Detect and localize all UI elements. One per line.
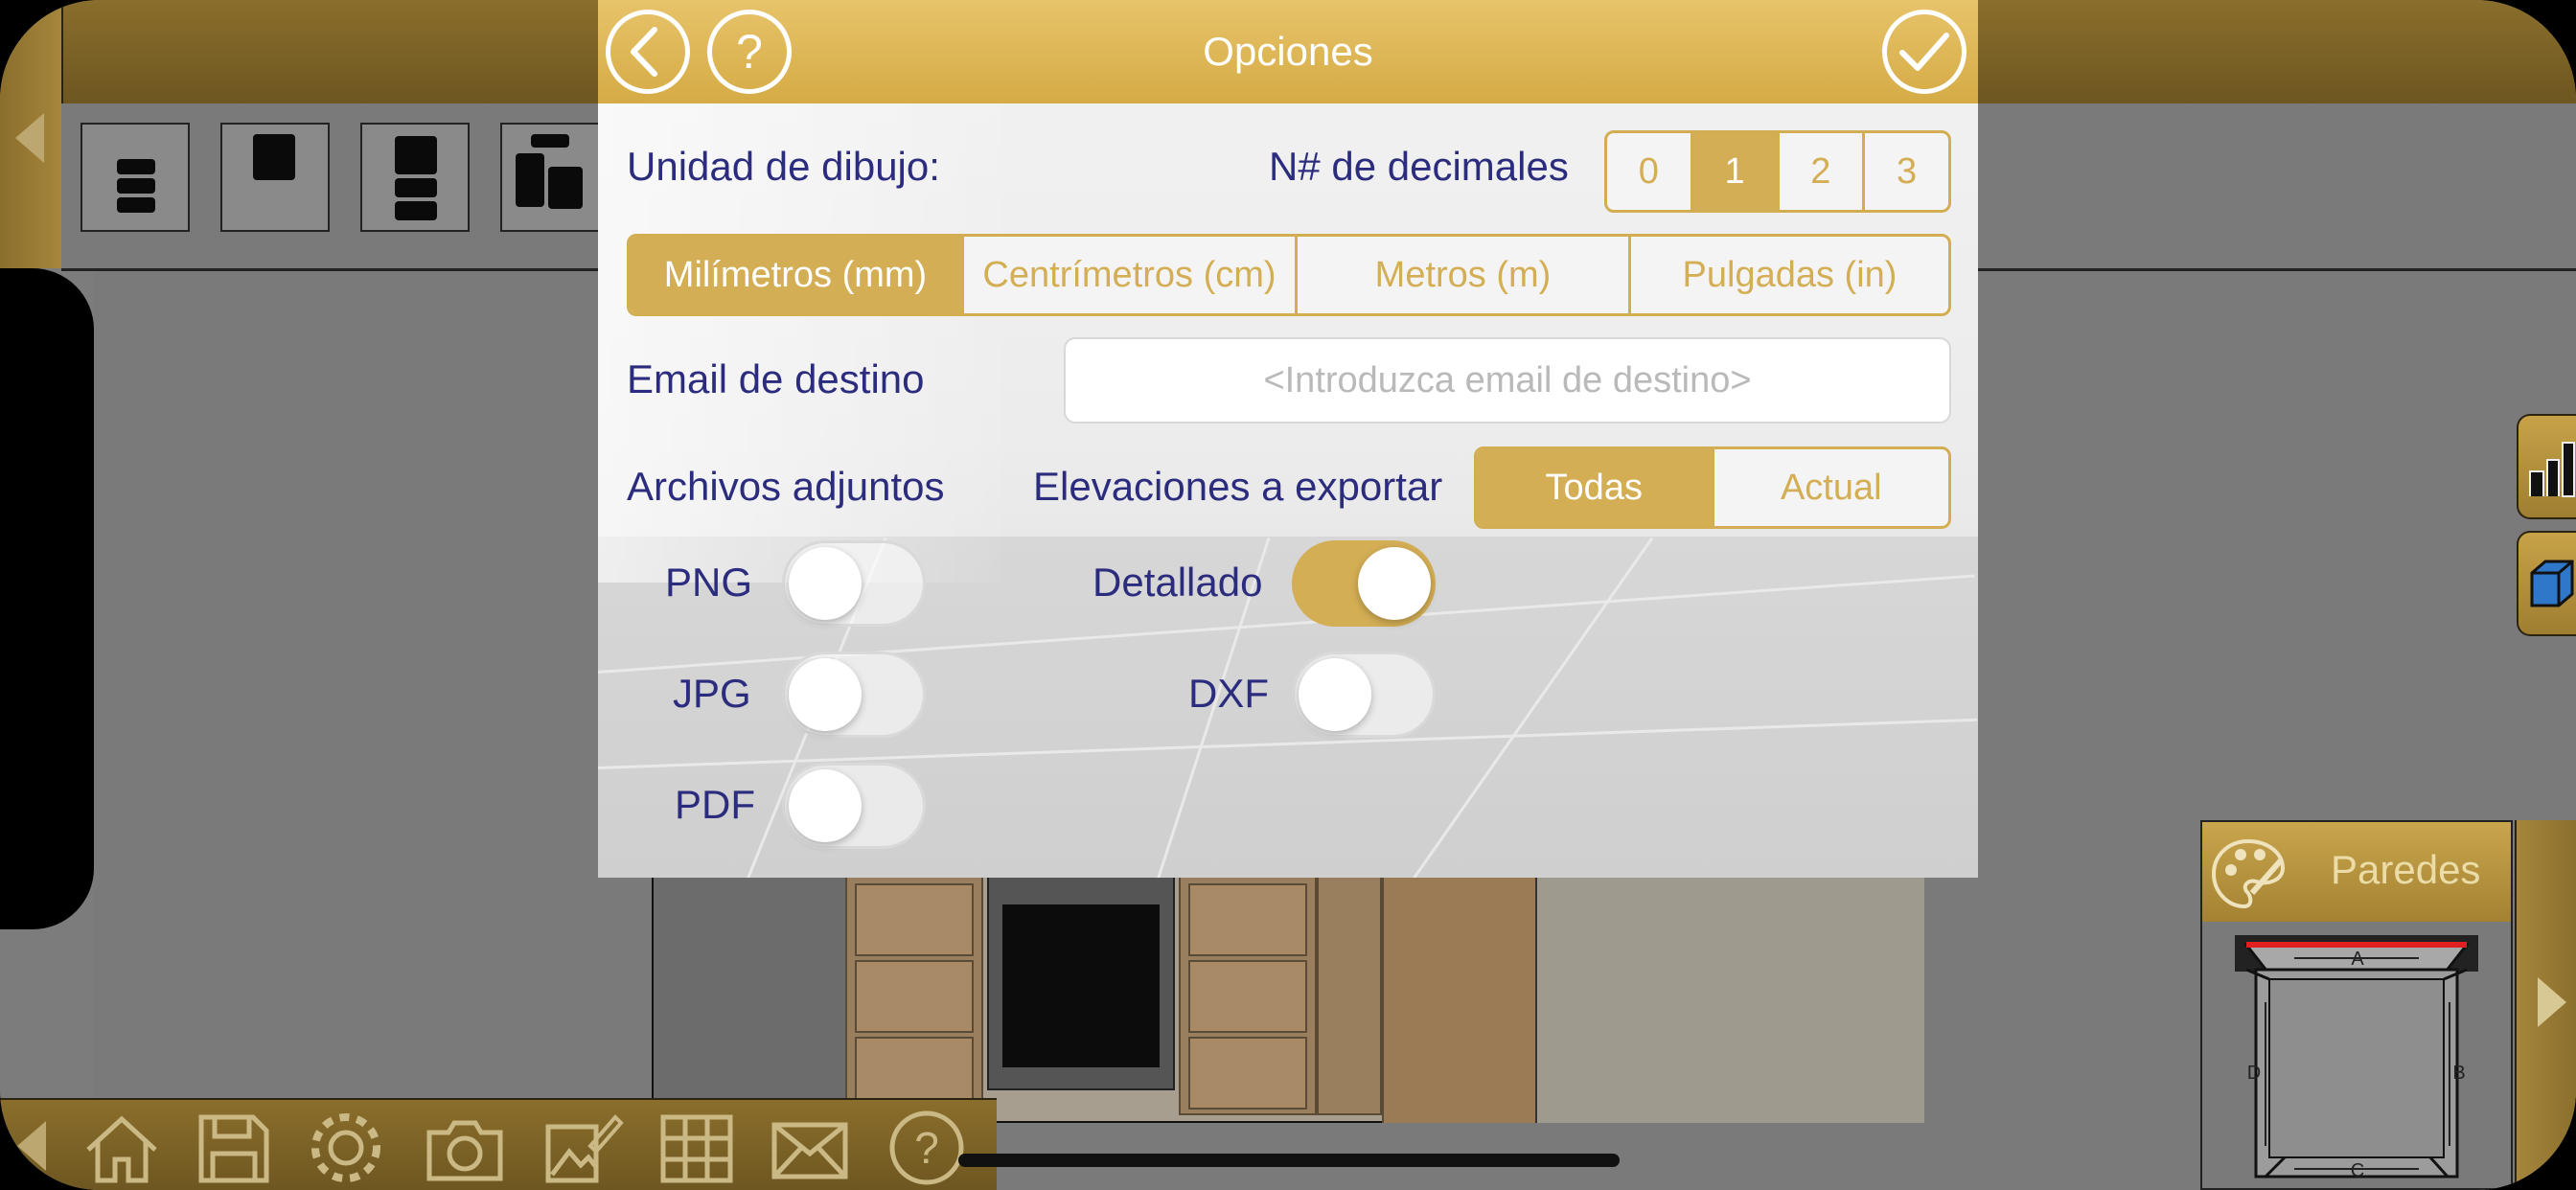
walls-panel-title: Paredes	[2331, 847, 2481, 892]
elevations-label: Elevaciones a exportar	[1033, 464, 1443, 509]
unit-selector: Milímetros (mm) Centrímetros (cm) Metros…	[627, 234, 1951, 316]
wall-label-c: C	[2351, 1160, 2364, 1181]
grid-icon[interactable]	[654, 1108, 740, 1188]
home-icon[interactable]	[79, 1108, 165, 1188]
svg-text:?: ?	[736, 25, 763, 79]
palette-item-wall-cabinet[interactable]	[220, 123, 330, 232]
unit-option-in[interactable]: Pulgadas (in)	[1628, 237, 1948, 313]
dxf-label: DXF	[1188, 671, 1269, 716]
paint-palette-icon	[2210, 835, 2287, 926]
wall-label-b: B	[2452, 1063, 2465, 1084]
svg-text:?: ?	[914, 1123, 939, 1173]
help-icon[interactable]: ?	[884, 1108, 970, 1188]
pdf-toggle[interactable]	[782, 763, 926, 849]
wall-label-d: D	[2247, 1063, 2261, 1084]
app-screen: ? Paredes A B C D Opciones ? Unidad de d…	[0, 0, 2576, 1190]
notch-area	[0, 268, 94, 929]
elevations-option-all[interactable]: Todas	[1477, 449, 1712, 526]
save-icon[interactable]	[190, 1108, 276, 1188]
palette-item-appliance-set[interactable]	[500, 123, 610, 232]
decimals-selector: 0 1 2 3	[1604, 130, 1951, 213]
wall-diagram: A B C D	[2235, 935, 2478, 1181]
question-icon: ?	[736, 25, 763, 79]
kitchen-elevation	[652, 862, 1924, 1123]
wall-label-a: A	[2351, 949, 2364, 970]
decimals-label: N# de decimales	[1269, 144, 1569, 189]
jpg-label: JPG	[673, 671, 751, 716]
email-label: Email de destino	[627, 356, 925, 401]
elevations-option-current[interactable]: Actual	[1711, 449, 1949, 526]
palette-item-tall-cabinet[interactable]	[360, 123, 470, 232]
walls-panel-header[interactable]: Paredes	[2202, 822, 2511, 922]
decimals-option-3[interactable]: 3	[1862, 133, 1948, 210]
decimals-option-1[interactable]: 1	[1690, 133, 1777, 210]
walls-panel: Paredes A B C D	[2200, 820, 2513, 1190]
png-toggle[interactable]	[782, 540, 926, 627]
image-edit-icon[interactable]	[539, 1108, 625, 1188]
unit-option-mm[interactable]: Milímetros (mm)	[630, 237, 961, 313]
decimals-option-0[interactable]: 0	[1607, 133, 1690, 210]
oven	[987, 864, 1175, 1090]
scroll-left-icon[interactable]	[15, 113, 44, 163]
drawing-unit-label: Unidad de dibujo:	[627, 144, 940, 189]
back-button[interactable]	[606, 10, 690, 94]
scroll-left-bottom-icon[interactable]	[17, 1121, 46, 1171]
jpg-toggle[interactable]	[782, 652, 926, 738]
email-input[interactable]	[1064, 337, 1951, 423]
palette-item-drawers[interactable]	[80, 123, 190, 232]
camera-icon[interactable]	[422, 1108, 508, 1188]
mail-icon[interactable]	[767, 1108, 853, 1188]
attachments-label: Archivos adjuntos	[627, 464, 945, 509]
3d-view-button[interactable]	[2517, 531, 2576, 636]
right-strip	[2515, 820, 2576, 1190]
pdf-label: PDF	[675, 782, 755, 827]
unit-option-cm[interactable]: Centrímetros (cm)	[961, 237, 1295, 313]
options-dialog: Opciones ? Unidad de dibujo: N# de decim…	[598, 0, 1978, 878]
elevation-view-button[interactable]	[2517, 414, 2576, 519]
bottom-toolbar: ?	[0, 1098, 997, 1190]
detailed-label: Detallado	[1092, 560, 1263, 605]
elevations-selector: Todas Actual	[1474, 446, 1951, 529]
checkmark-icon	[1899, 33, 1949, 71]
png-label: PNG	[665, 560, 753, 605]
unit-option-m[interactable]: Metros (m)	[1295, 237, 1628, 313]
home-indicator[interactable]	[958, 1154, 1620, 1167]
help-button[interactable]: ?	[707, 10, 792, 94]
confirm-button[interactable]	[1882, 10, 1966, 94]
decimals-option-2[interactable]: 2	[1776, 133, 1863, 210]
detailed-toggle[interactable]	[1292, 540, 1436, 627]
gear-icon[interactable]	[303, 1108, 389, 1188]
left-strip	[0, 0, 63, 268]
dxf-toggle[interactable]	[1292, 652, 1436, 738]
scroll-right-icon[interactable]	[2538, 977, 2566, 1027]
dialog-title: Opciones	[1203, 29, 1373, 74]
chevron-left-icon	[631, 27, 657, 77]
